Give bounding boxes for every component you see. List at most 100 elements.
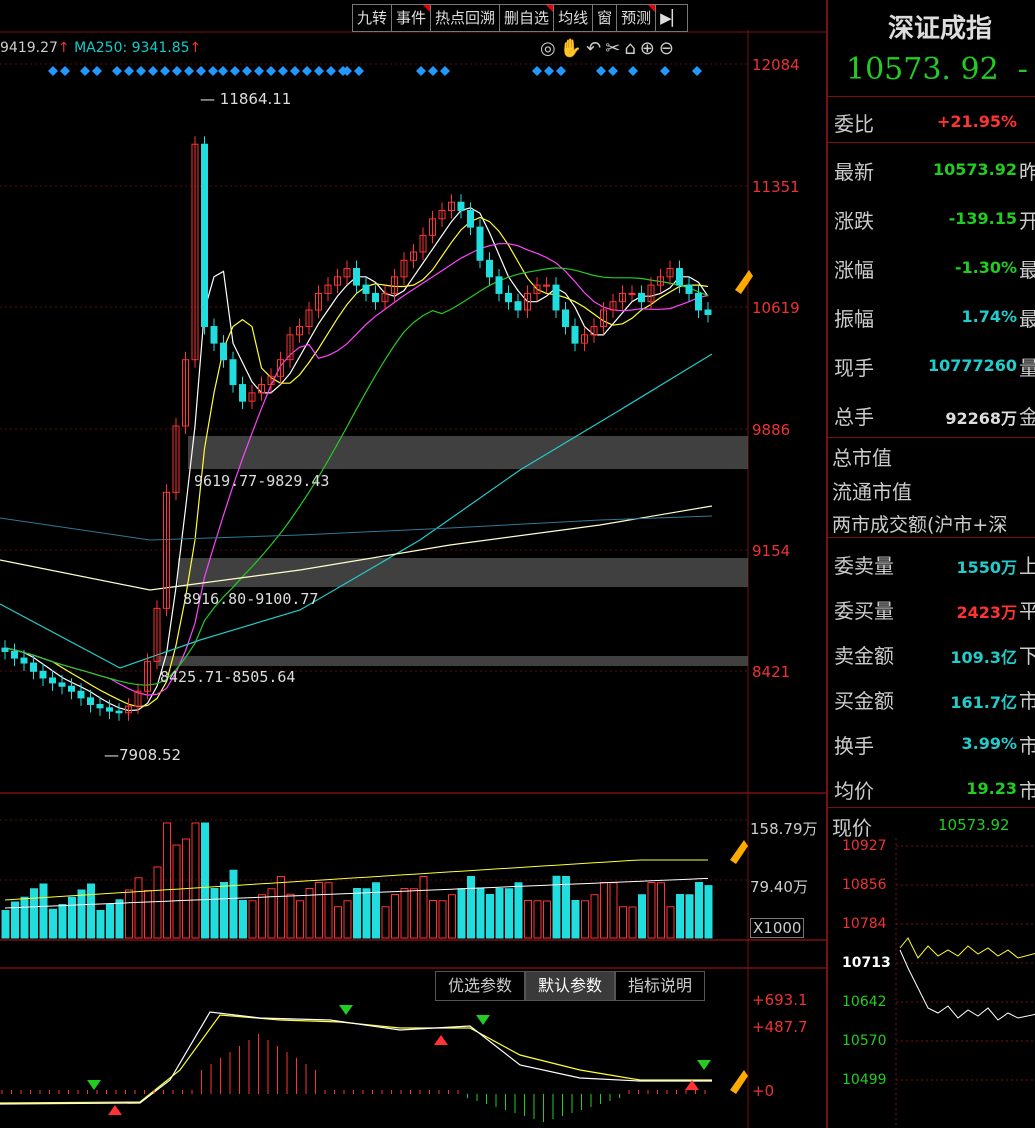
candle-body [704,309,712,315]
quote-row: 振幅 1.74% 最 [834,307,1035,331]
volume-bar [419,876,428,939]
candle-body [457,201,465,212]
volume-bar [543,900,551,939]
volume-bar [704,885,713,939]
toolbar-events-button[interactable]: 事件 [391,4,431,32]
signal-diamond [80,66,90,76]
quote-row: 卖金额 109.3亿下 [834,644,1035,668]
signal-diamond [136,66,146,76]
volume-bar [229,869,238,939]
candle-body [486,259,493,278]
candle-body [476,226,484,261]
volume-bar [372,882,380,939]
scissors-icon[interactable]: ✂ [605,38,624,59]
signal-diamond [416,66,426,76]
signal-arrow-icon [108,1105,122,1115]
volume-bar [49,908,57,939]
candle-body [229,359,237,386]
volume-bar [476,887,485,939]
ma-long-line [0,515,713,541]
signal-diamond [148,66,158,76]
annotation-arrow-icon [730,840,748,864]
signal-diamond [608,66,618,76]
ma120-value: 9419.27 [0,40,58,56]
ma-values-row: 9419.27↑ MA250: 9341.85↑ [0,40,202,56]
zone-label: 9619.77-9829.43 [194,472,330,490]
mini-axis-label: 10570 [842,1033,887,1049]
mini-axis-label: 10856 [842,877,887,893]
volume-bar [495,888,504,939]
ma120-line [0,353,713,669]
signal-diamond [290,66,300,76]
candle-body [495,276,503,294]
signal-diamond [692,66,702,76]
signal-diamond [172,66,182,76]
candle-body [30,662,37,672]
volume-bar [562,876,570,939]
quote-row: 委卖量 1550万上 [834,554,1035,578]
toolbar-window-button[interactable]: 窗 [592,4,617,32]
toolbar-hot-replay-button[interactable]: 热点回溯 [430,4,500,32]
signal-diamond [48,66,58,76]
price-axis-label: 9886 [752,421,791,439]
candle-body [96,703,104,709]
signal-diamond [92,66,102,76]
annotation-arrow-icon [730,1070,748,1094]
volume-bar [144,890,152,939]
toolbar-ma-button[interactable]: 均线 [553,4,593,32]
signal-diamond [242,66,252,76]
chart-toolbar: 九转 事件 热点回溯 删自选 均线 窗 预测 ▶▏ [352,4,689,32]
volume-bar [590,894,599,939]
volume-bar [153,866,162,939]
signal-diamond [326,66,336,76]
optimal-params-button[interactable]: 优选参数 [435,971,526,1001]
toolbar-forecast-button[interactable]: 预测 [616,4,656,32]
zoom-in-icon[interactable]: ⊕ [640,38,659,59]
default-params-button[interactable]: 默认参数 [525,971,616,1001]
candle-body [514,301,522,311]
signal-diamond [278,66,288,76]
signal-diamond [660,66,670,76]
indicator-line [0,1014,712,1104]
signal-diamond [112,66,122,76]
candle-body [628,292,636,295]
signal-diamond [196,66,206,76]
indicator-help-button[interactable]: 指标说明 [615,971,706,1001]
signal-diamond [266,66,276,76]
mini-axis-label: 10713 [842,955,891,971]
volume-bar [695,882,703,939]
volume-bar [77,889,86,939]
toolbar-jiuzhuan-button[interactable]: 九转 [352,4,392,32]
candle-body [467,210,474,228]
signal-arrow-icon [697,1060,711,1070]
volume-bar [638,894,646,939]
candle-body [106,707,113,712]
undo-icon[interactable]: ↶ [586,38,605,59]
lock-icon[interactable]: ⌂ [624,38,639,59]
signal-diamond [60,66,70,76]
volume-bar [286,893,295,939]
zoom-out-icon[interactable]: ⊖ [659,38,678,59]
toolbar-collapse-button[interactable]: ▶▏ [655,4,689,32]
zone-label: 8916.80-9100.77 [183,590,319,608]
signal-diamond [428,66,438,76]
signal-diamond [628,66,638,76]
main-chart-canvas[interactable] [0,0,826,1128]
mini-axis-label: 10499 [842,1072,887,1088]
index-title: 深证成指 [888,14,993,44]
volume-bar [391,894,399,939]
candle-body [239,384,246,402]
volume-bar [676,894,684,939]
toolbar-remove-watch-button[interactable]: 删自选 [499,4,554,32]
volume-bar [210,888,219,939]
hand-icon[interactable]: ✋ [560,38,586,59]
candle-body [87,697,94,705]
eye-icon[interactable]: ◎ [540,38,560,59]
signal-diamond [230,66,240,76]
volume-bar [258,894,266,939]
volume-bar [666,906,675,939]
candle-body [210,326,218,344]
support-zone [188,436,748,469]
volume-bar [296,900,304,939]
candle-body [372,292,379,303]
